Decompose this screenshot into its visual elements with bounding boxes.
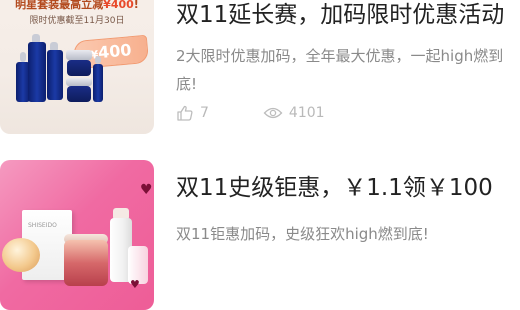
product-jar-lid <box>66 78 92 86</box>
product-jar <box>2 238 40 272</box>
card-thumbnail[interactable]: 明星套装最高立减¥400! 限时优惠截至11月30日 ¥400 <box>0 0 154 134</box>
product-bottle <box>28 42 46 102</box>
card-description: 2大限时优惠加码，全年最大优惠，一起high燃到底! <box>176 47 504 93</box>
like-count-value: 7 <box>200 105 209 121</box>
product-bottle <box>47 50 63 100</box>
promo-amount: ¥400 <box>103 0 134 11</box>
card-meta: 7 4101 <box>176 103 325 123</box>
promo-headline: 明星套装最高立减¥400! <box>15 0 139 11</box>
product-bottle-cap <box>20 52 26 62</box>
product-jar <box>64 240 108 286</box>
promo-deadline: 限时优惠截至11月30日 <box>29 16 125 26</box>
view-count: 4101 <box>263 105 325 121</box>
product-bottle <box>93 64 103 102</box>
product-jar <box>67 60 91 76</box>
product-jar <box>67 86 91 102</box>
product-jar-lid <box>66 50 92 60</box>
card-thumbnail[interactable]: SHISEIDO ♥ ♥ <box>0 160 154 310</box>
product-bottle-cap <box>95 56 101 64</box>
article-feed: 明星套装最高立减¥400! 限时优惠截至11月30日 ¥400 双11延长赛，加… <box>0 0 520 310</box>
feed-card[interactable]: SHISEIDO ♥ ♥ 双11史级钜惠，￥1.1领￥100 双11钜惠加码，史… <box>0 156 520 310</box>
thumbs-up-icon[interactable] <box>176 104 194 122</box>
card-title[interactable]: 双11史级钜惠，￥1.1领￥100 <box>176 173 512 203</box>
product-box-label: SHISEIDO <box>28 222 57 229</box>
view-count-value: 4101 <box>288 105 325 121</box>
heart-icon: ♥ <box>140 182 153 198</box>
feed-card[interactable]: 明星套装最高立减¥400! 限时优惠截至11月30日 ¥400 双11延长赛，加… <box>0 0 520 134</box>
eye-icon <box>263 106 283 120</box>
like-count[interactable]: 7 <box>176 104 209 122</box>
card-description: 双11钜惠加码，史级狂欢high燃到底! <box>176 225 429 243</box>
card-title[interactable]: 双11延长赛，加码限时优惠活动 <box>176 0 512 30</box>
heart-icon: ♥ <box>130 278 140 291</box>
